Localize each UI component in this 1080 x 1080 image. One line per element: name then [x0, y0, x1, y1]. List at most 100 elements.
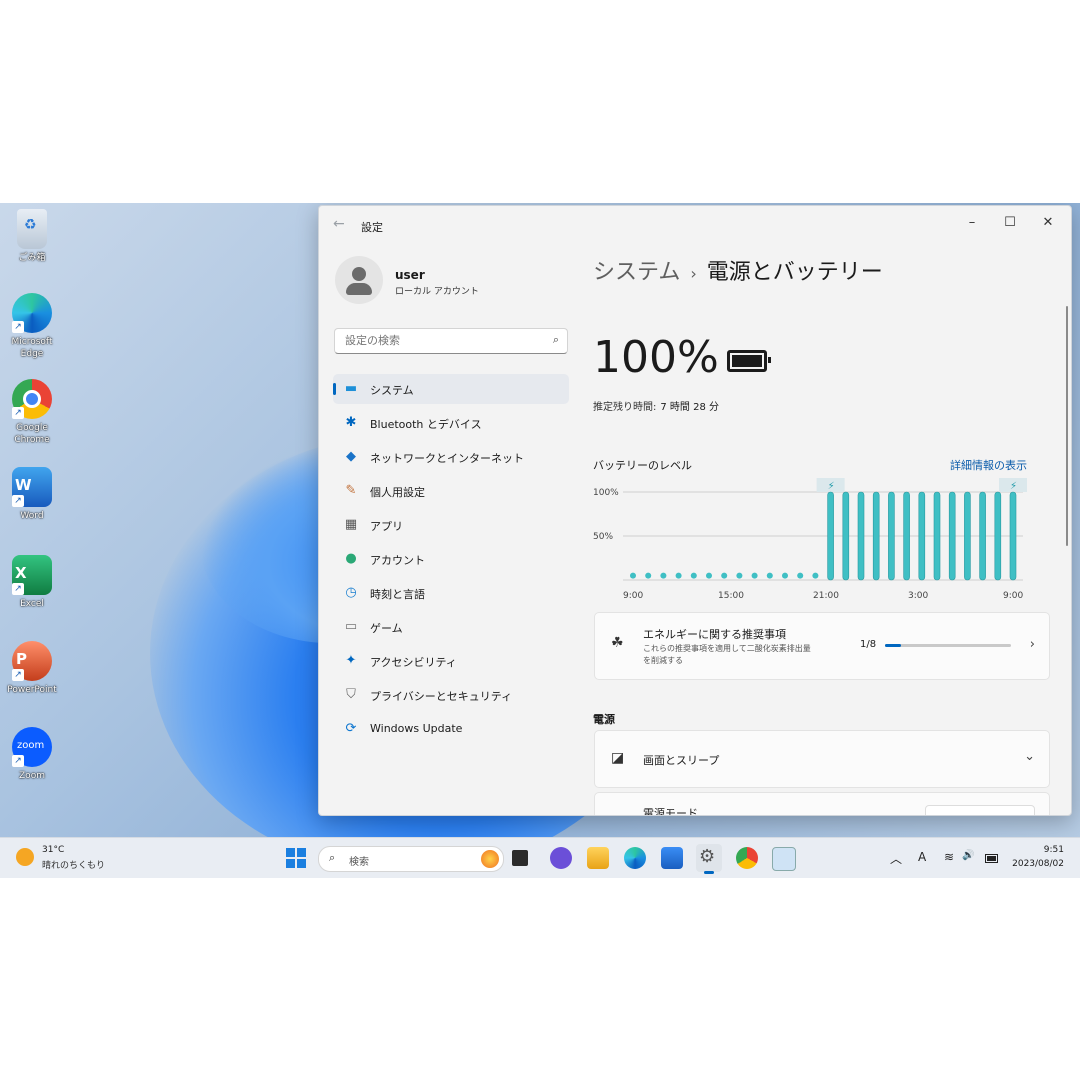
sidebar-item-icon: ▬ — [344, 381, 358, 396]
battery-tray-icon[interactable] — [985, 854, 998, 863]
edge-taskbar-icon[interactable] — [624, 847, 646, 869]
energy-recommendations-card[interactable]: ☘ エネルギーに関する推奨事項 これらの推奨事項を適用して二酸化炭素排出量 を削… — [594, 612, 1050, 680]
word-letter: W — [15, 476, 32, 494]
battery-bar — [857, 491, 865, 581]
battery-icon — [727, 350, 771, 372]
power-mode-label: 電源モード — [643, 807, 698, 816]
desktop-icon-label: ごみ箱 — [18, 253, 46, 263]
battery-point — [766, 572, 773, 579]
avatar[interactable] — [335, 256, 383, 304]
power-mode-dropdown[interactable] — [925, 805, 1035, 815]
task-view-icon[interactable] — [512, 850, 528, 866]
close-button[interactable]: ✕ — [1029, 212, 1067, 234]
sidebar-item[interactable]: ✎ 個人用設定 — [333, 476, 569, 506]
photos-icon[interactable] — [772, 847, 796, 871]
battery-remaining: 推定残り時間: 7 時間 28 分 — [593, 398, 719, 413]
settings-search-input[interactable] — [343, 333, 543, 348]
weather-icon[interactable] — [16, 848, 34, 866]
sidebar-item-icon: ▭ — [344, 619, 358, 634]
taskbar-search[interactable]: ⌕ 検索 — [318, 846, 504, 872]
desktop-icon-label: Zoom — [19, 771, 45, 781]
profile-account-type: ローカル アカウント — [395, 287, 479, 297]
settings-search-box[interactable]: ⌕ — [334, 328, 568, 354]
sidebar-item-label: ゲーム — [370, 622, 403, 635]
sidebar-item[interactable]: ⛉ プライバシーとセキュリティ — [333, 680, 569, 710]
excel-icon: X ↗ — [12, 555, 52, 595]
x-tick-label: 9:00 — [1003, 591, 1023, 598]
desktop-icon-edge[interactable]: ↗ Microsoft Edge — [4, 293, 60, 360]
excel-letter: X — [15, 564, 27, 582]
details-link[interactable]: 詳細情報の表示 — [950, 457, 1027, 473]
sidebar-item[interactable]: ✦ アクセシビリティ — [333, 646, 569, 676]
start-button[interactable] — [286, 848, 306, 868]
sidebar-item-icon: ✎ — [345, 483, 357, 498]
desktop-icon-label: Word — [20, 511, 44, 521]
file-explorer-icon[interactable] — [587, 847, 609, 869]
desktop-icon-zoom[interactable]: zoom ↗ Zoom — [4, 727, 60, 782]
page-title: 電源とバッテリー — [706, 260, 883, 285]
title-bar: ← 設定 – ☐ ✕ — [319, 206, 1071, 242]
chevron-right-icon[interactable]: › — [1030, 637, 1035, 652]
sidebar-item-label: アプリ — [370, 520, 403, 533]
screen-sleep-label: 画面とスリープ — [643, 754, 720, 767]
search-icon: ⌕ — [329, 851, 336, 864]
avatar-body — [346, 283, 372, 295]
sidebar-item-icon: ✦ — [345, 653, 357, 668]
shortcut-arrow-icon: ↗ — [12, 495, 24, 507]
desktop-icon-recycle-bin[interactable]: ♻ ごみ箱 — [4, 209, 60, 264]
wifi-icon[interactable]: ≋ — [944, 850, 954, 864]
shortcut-arrow-icon: ↗ — [12, 755, 24, 767]
screen-sleep-card[interactable]: ◪ 画面とスリープ ⌄ — [594, 730, 1050, 788]
volume-icon[interactable]: 🔊 — [962, 850, 974, 861]
sidebar-item-label: 時刻と言語 — [370, 588, 425, 601]
battery-point — [660, 572, 667, 579]
breadcrumb-parent[interactable]: システム — [593, 260, 680, 285]
chrome-icon: ↗ — [12, 379, 52, 419]
sidebar-item[interactable]: ● アカウント — [333, 544, 569, 574]
search-icon[interactable]: ⌕ — [553, 333, 559, 347]
sidebar-item[interactable]: ▭ ゲーム — [333, 612, 569, 642]
battery-bar — [918, 491, 926, 581]
battery-level-title: バッテリーのレベル — [593, 459, 692, 472]
sidebar-item[interactable]: ▦ アプリ — [333, 510, 569, 540]
tray-overflow-icon[interactable]: ︿ — [890, 850, 902, 867]
back-arrow-icon[interactable]: ← — [333, 216, 345, 232]
weather-desc[interactable]: 晴れのちくもり — [42, 858, 105, 871]
x-tick-label: 15:00 — [718, 591, 744, 598]
sidebar-item-label: 個人用設定 — [370, 486, 425, 499]
sidebar-item[interactable]: ◷ 時刻と言語 — [333, 578, 569, 608]
scrollbar[interactable] — [1066, 306, 1068, 546]
sidebar-item[interactable]: ▬ システム — [333, 374, 569, 404]
weather-temp[interactable]: 31°C — [42, 845, 64, 855]
clock-time[interactable]: 9:51 — [1044, 845, 1064, 855]
settings-taskbar-item[interactable]: ⚙ — [696, 844, 722, 874]
energy-progress-fill — [885, 644, 901, 647]
sidebar-item[interactable]: ✱ Bluetooth とデバイス — [333, 408, 569, 438]
sidebar-item-label: Windows Update — [370, 722, 463, 735]
desktop-icon-chrome[interactable]: ↗ Google Chrome — [4, 379, 60, 446]
power-mode-card[interactable]: 電源モード — [594, 792, 1050, 816]
sidebar-item[interactable]: ⟳ Windows Update — [333, 714, 569, 744]
desktop-icon-excel[interactable]: X ↗ Excel — [4, 555, 60, 610]
chrome-taskbar-icon[interactable] — [736, 847, 758, 869]
energy-progress-label: 1/8 — [860, 639, 877, 650]
energy-desc-line2: を削減する — [643, 656, 683, 665]
desktop-icon-powerpoint[interactable]: P ↗ PowerPoint — [4, 641, 60, 696]
clock-date[interactable]: 2023/08/02 — [1012, 859, 1064, 869]
ime-icon[interactable]: A — [918, 850, 926, 864]
sidebar-item-label: プライバシーとセキュリティ — [370, 690, 513, 703]
battery-bar — [903, 491, 910, 581]
x-tick-label: 9:00 — [623, 591, 643, 598]
minimize-button[interactable]: – — [953, 212, 991, 234]
desktop-icon-word[interactable]: W ↗ Word — [4, 467, 60, 522]
shortcut-arrow-icon: ↗ — [12, 583, 24, 595]
sidebar-item-label: Bluetooth とデバイス — [370, 418, 482, 431]
teams-chat-icon[interactable] — [550, 847, 572, 869]
sidebar-item[interactable]: ◆ ネットワークとインターネット — [333, 442, 569, 472]
remaining-value: 7 時間 28 分 — [660, 402, 719, 413]
store-icon[interactable] — [661, 847, 683, 869]
battery-point — [797, 572, 804, 579]
sidebar-item-icon: ▦ — [344, 517, 358, 532]
chevron-down-icon[interactable]: ⌄ — [1024, 749, 1035, 764]
maximize-button[interactable]: ☐ — [991, 212, 1029, 234]
